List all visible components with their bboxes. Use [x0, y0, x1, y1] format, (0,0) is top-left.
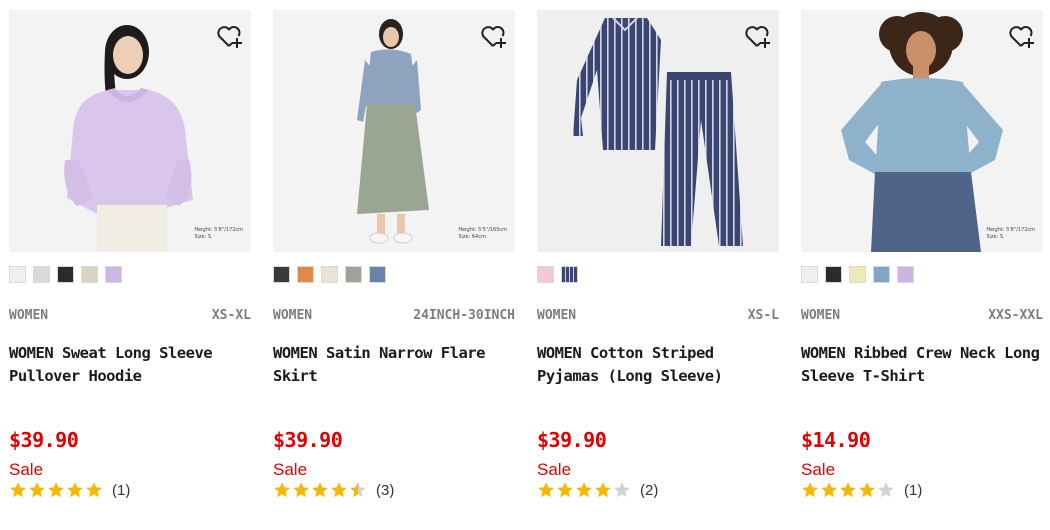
color-swatches — [273, 266, 386, 284]
size-range: XS-L — [747, 308, 779, 323]
rating: (2) — [537, 481, 658, 499]
color-swatch[interactable] — [369, 266, 386, 283]
heart-plus-icon — [1009, 26, 1034, 48]
heart-plus-icon — [481, 26, 506, 48]
size-range: XXS-XXL — [988, 308, 1043, 323]
star-filled-icon — [840, 482, 856, 498]
star-filled-icon — [576, 482, 592, 498]
color-swatches — [537, 266, 578, 284]
heart-plus-icon — [217, 26, 242, 48]
product-price: $14.90 — [801, 428, 871, 452]
add-to-wishlist-button[interactable] — [1007, 22, 1035, 50]
star-filled-icon — [48, 482, 64, 498]
sale-badge: Sale — [801, 460, 836, 479]
review-count[interactable]: (2) — [640, 482, 658, 499]
star-filled-icon — [86, 482, 102, 498]
size-range: 24INCH-30INCH — [413, 308, 515, 323]
product-image[interactable]: Height: 5'8"/172cm Size: S — [9, 10, 251, 252]
sale-badge: Sale — [273, 460, 308, 479]
star-filled-icon — [538, 482, 554, 498]
star-filled-icon — [859, 482, 875, 498]
heart-plus-icon — [745, 26, 770, 48]
add-to-wishlist-button[interactable] — [215, 22, 243, 50]
color-swatch[interactable] — [897, 266, 914, 283]
star-rating — [537, 481, 631, 499]
product-price: $39.90 — [537, 428, 607, 452]
color-swatch[interactable] — [561, 266, 578, 283]
rating: (3) — [273, 481, 394, 499]
review-count[interactable]: (1) — [904, 482, 922, 499]
star-rating — [9, 481, 103, 499]
product-name[interactable]: WOMEN Ribbed Crew Neck Long Sleeve T-Shi… — [801, 342, 1043, 388]
star-filled-icon — [331, 482, 347, 498]
color-swatch[interactable] — [801, 266, 818, 283]
star-empty-icon — [614, 482, 630, 498]
color-swatch[interactable] — [9, 266, 26, 283]
gender-category: WOMEN — [537, 308, 577, 323]
sale-badge: Sale — [537, 460, 572, 479]
star-filled-icon — [802, 482, 818, 498]
model-size-note: Height: 5'5"/165cm Size: 64cm — [458, 227, 507, 240]
star-filled-icon — [821, 482, 837, 498]
gender-category: WOMEN — [9, 308, 49, 323]
color-swatch[interactable] — [537, 266, 554, 283]
product-name[interactable]: WOMEN Sweat Long Sleeve Pullover Hoodie — [9, 342, 251, 388]
color-swatch[interactable] — [849, 266, 866, 283]
color-swatch[interactable] — [345, 266, 362, 283]
product-image[interactable]: Height: 5'5"/165cm Size: 64cm — [273, 10, 515, 252]
rating: (1) — [9, 481, 130, 499]
color-swatches — [801, 266, 914, 284]
add-to-wishlist-button[interactable] — [743, 22, 771, 50]
product-price: $39.90 — [273, 428, 343, 452]
product-card[interactable]: Height: 5'8"/172cm Size: S WOMEN XS-XL W… — [9, 10, 251, 520]
product-card[interactable]: Height: 5'5"/165cm Size: 64cm WOMEN 24IN… — [273, 10, 515, 520]
star-filled-icon — [29, 482, 45, 498]
color-swatch[interactable] — [57, 266, 74, 283]
product-meta: WOMEN XXS-XXL — [801, 308, 1043, 323]
star-rating — [801, 481, 895, 499]
product-name[interactable]: WOMEN Satin Narrow Flare Skirt — [273, 342, 515, 388]
color-swatch[interactable] — [297, 266, 314, 283]
review-count[interactable]: (3) — [376, 482, 394, 499]
star-filled-icon — [557, 482, 573, 498]
star-filled-icon — [10, 482, 26, 498]
color-swatch[interactable] — [321, 266, 338, 283]
color-swatch[interactable] — [105, 266, 122, 283]
star-filled-icon — [67, 482, 83, 498]
color-swatch[interactable] — [273, 266, 290, 283]
product-meta: WOMEN XS-XL — [9, 308, 251, 323]
size-range: XS-XL — [211, 308, 251, 323]
rating: (1) — [801, 481, 922, 499]
model-size-note: Height: 5'8"/172cm Size: S — [986, 227, 1035, 240]
star-filled-icon — [293, 482, 309, 498]
product-card[interactable]: Height: 5'8"/172cm Size: S WOMEN XXS-XXL… — [801, 10, 1043, 520]
star-empty-icon — [878, 482, 894, 498]
gender-category: WOMEN — [801, 308, 841, 323]
color-swatch[interactable] — [81, 266, 98, 283]
product-grid: Height: 5'8"/172cm Size: S WOMEN XS-XL W… — [0, 0, 1050, 530]
product-meta: WOMEN XS-L — [537, 308, 779, 323]
sale-badge: Sale — [9, 460, 44, 479]
color-swatch[interactable] — [825, 266, 842, 283]
star-rating — [273, 481, 367, 499]
product-name[interactable]: WOMEN Cotton Striped Pyjamas (Long Sleev… — [537, 342, 779, 388]
product-image[interactable]: Height: 5'8"/172cm Size: S — [801, 10, 1043, 252]
product-image[interactable] — [537, 10, 779, 252]
product-card[interactable]: WOMEN XS-L WOMEN Cotton Striped Pyjamas … — [537, 10, 779, 520]
star-filled-icon — [274, 482, 290, 498]
product-meta: WOMEN 24INCH-30INCH — [273, 308, 515, 323]
review-count[interactable]: (1) — [112, 482, 130, 499]
star-filled-icon — [595, 482, 611, 498]
product-price: $39.90 — [9, 428, 79, 452]
gender-category: WOMEN — [273, 308, 313, 323]
color-swatch[interactable] — [33, 266, 50, 283]
star-filled-icon — [312, 482, 328, 498]
color-swatch[interactable] — [873, 266, 890, 283]
color-swatches — [9, 266, 122, 284]
add-to-wishlist-button[interactable] — [479, 22, 507, 50]
model-size-note: Height: 5'8"/172cm Size: S — [194, 227, 243, 240]
star-half-icon — [350, 482, 366, 498]
